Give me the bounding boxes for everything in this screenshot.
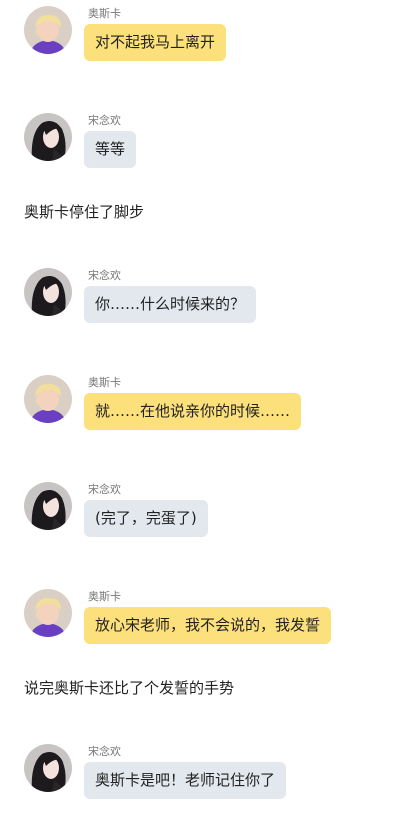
message-bubble[interactable]: 放心宋老师，我不会说的，我发誓: [84, 607, 332, 644]
blonde-boy-avatar-icon[interactable]: [24, 589, 72, 637]
message-bubble[interactable]: 等等: [84, 131, 137, 168]
dark-haired-girl-avatar-icon[interactable]: [24, 113, 72, 161]
message-bubble[interactable]: 奥斯卡是吧！老师记住你了: [84, 762, 287, 799]
dark-haired-girl-avatar-icon[interactable]: [24, 482, 72, 530]
dark-haired-girl-avatar-icon[interactable]: [24, 744, 72, 792]
sender-name: 宋念欢: [88, 114, 121, 127]
narration-text: 说完奥斯卡还比了个发誓的手势: [24, 679, 235, 697]
sender-name: 宋念欢: [88, 483, 121, 496]
sender-name: 奥斯卡: [88, 376, 121, 389]
narration-text: 奥斯卡停住了脚步: [24, 203, 145, 221]
blonde-boy-avatar-icon[interactable]: [24, 375, 72, 423]
sender-name: 宋念欢: [88, 745, 121, 758]
message-bubble[interactable]: 就……在他说亲你的时候……: [84, 393, 302, 430]
sender-name: 宋念欢: [88, 269, 121, 282]
blonde-boy-avatar-icon[interactable]: [24, 6, 72, 54]
sender-name: 奥斯卡: [88, 590, 121, 603]
sender-name: 奥斯卡: [88, 7, 121, 20]
message-bubble[interactable]: 你……什么时候来的？: [84, 286, 257, 323]
message-bubble[interactable]: (完了，完蛋了): [84, 500, 208, 537]
message-bubble[interactable]: 对不起我马上离开: [84, 24, 227, 61]
dark-haired-girl-avatar-icon[interactable]: [24, 268, 72, 316]
